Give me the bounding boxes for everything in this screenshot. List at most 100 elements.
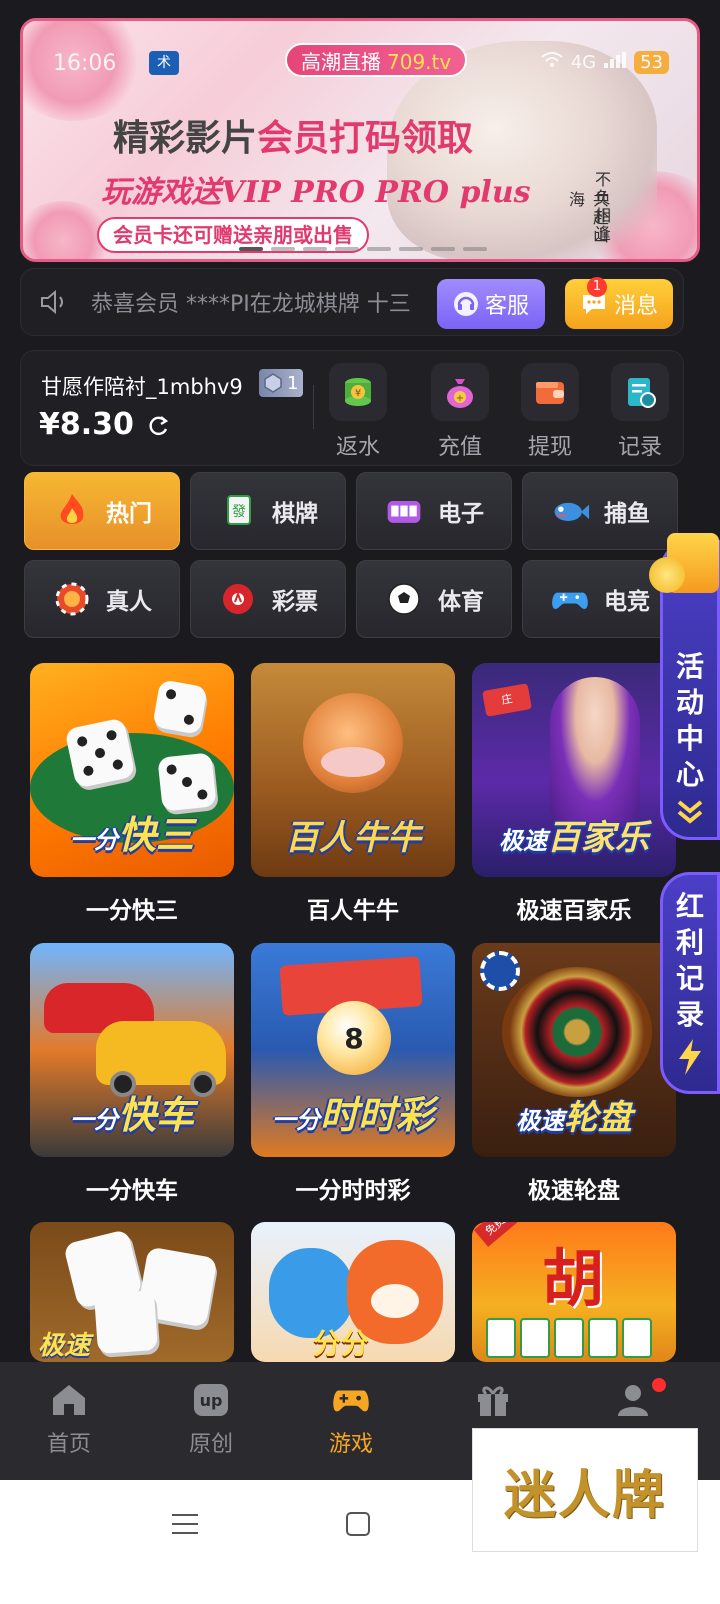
svg-text:發: 發 xyxy=(232,504,246,520)
carousel-dot[interactable] xyxy=(303,247,327,251)
nav-games[interactable]: 游戏 xyxy=(306,1380,396,1458)
customer-service-label: 客服 xyxy=(484,294,529,319)
carousel-indicator[interactable] xyxy=(239,247,487,251)
game-artwork: 极速 xyxy=(30,1222,234,1362)
messages-label: 消息 xyxy=(613,294,658,319)
game-artwork: 一分快三 xyxy=(30,663,234,877)
tab-slots[interactable]: 电子 xyxy=(356,472,512,550)
game-tile[interactable]: 极速轮盘 极速轮盘 xyxy=(472,943,676,1205)
game-tile[interactable]: 一分快三 一分快三 xyxy=(30,663,234,925)
promo-banner[interactable]: 16:06 术 4G 53 高潮直播 709.tv 精彩影片会员打码领取 玩游戏送… xyxy=(20,18,700,262)
game-artwork: 庄 极速百家乐 xyxy=(472,663,676,877)
carousel-dot[interactable] xyxy=(399,247,423,251)
tab-label: 棋牌 xyxy=(272,501,318,527)
tab-sports[interactable]: 体育 xyxy=(356,560,512,638)
tab-label: 真人 xyxy=(106,589,152,615)
dice-image xyxy=(93,1289,159,1355)
lightning-icon xyxy=(679,1039,701,1075)
game-art-title: 极速轮盘 xyxy=(516,1098,632,1138)
signal-icon xyxy=(604,52,627,73)
nav-label: 首页 xyxy=(46,1432,91,1457)
roulette-wheel-image xyxy=(502,967,652,1097)
tab-label: 彩票 xyxy=(272,589,318,615)
unread-badge: 1 xyxy=(587,277,607,297)
carousel-dot[interactable] xyxy=(463,247,487,251)
game-artwork: 分分 xyxy=(251,1222,455,1362)
game-art-title: 极速 xyxy=(38,1331,91,1361)
carousel-dot[interactable] xyxy=(239,247,263,251)
banker-tag: 庄 xyxy=(482,683,532,717)
dice-image xyxy=(64,717,136,789)
game-artwork: 免费旋转 胡 xyxy=(472,1222,676,1362)
game-name: 极速轮盘 xyxy=(528,1178,620,1204)
deposit-button[interactable]: + 充值 xyxy=(425,363,495,461)
game-tile[interactable]: 分分 xyxy=(251,1222,455,1362)
gift-icon xyxy=(473,1380,513,1420)
tab-live-casino[interactable]: 真人 xyxy=(24,560,180,638)
activity-center-label: 活动中心 xyxy=(675,650,704,791)
activity-center-button[interactable]: 活动中心 xyxy=(649,533,720,840)
messages-button[interactable]: 消息 1 xyxy=(565,277,673,329)
status-time: 16:06 xyxy=(53,51,117,76)
tab-chess-cards[interactable]: 發 棋牌 xyxy=(190,472,346,550)
headset-icon xyxy=(453,292,478,316)
recent-apps-icon[interactable] xyxy=(172,1514,198,1534)
tab-fishing[interactable]: 捕鱼 xyxy=(522,472,678,550)
withdraw-button[interactable]: 提现 xyxy=(515,363,585,461)
live-url: 709.tv xyxy=(387,50,452,74)
lottery-ball-icon xyxy=(218,579,258,619)
game-art-title: 一分快车 xyxy=(69,1093,194,1137)
tab-hot[interactable]: 热门 xyxy=(24,472,180,550)
game-name: 极速百家乐 xyxy=(516,898,632,924)
double-chevron-down-icon xyxy=(677,800,703,824)
dice-image xyxy=(152,679,208,735)
poker-chip-image xyxy=(480,951,520,991)
records-label: 记录 xyxy=(617,435,662,460)
bull-snout xyxy=(321,747,385,777)
banner-headline-b: 会员打码领取 xyxy=(257,117,474,159)
carousel-dot[interactable] xyxy=(271,247,295,251)
profile-icon xyxy=(613,1380,653,1420)
carousel-dot[interactable] xyxy=(367,247,391,251)
game-tile[interactable]: 极速 xyxy=(30,1222,234,1362)
vip-badge[interactable]: 1 xyxy=(259,369,303,397)
game-art-title: 一分时时彩 xyxy=(271,1093,434,1137)
live-label: 高潮直播 xyxy=(301,50,381,74)
nav-label: 原创 xyxy=(188,1432,233,1457)
records-button[interactable]: 记录 xyxy=(605,363,675,461)
coin-icon xyxy=(649,557,685,593)
nav-original[interactable]: up 原创 xyxy=(166,1380,256,1458)
nav-label: 游戏 xyxy=(328,1432,373,1457)
game-tile[interactable]: 8 一分时时彩 一分时时彩 xyxy=(251,943,455,1205)
tab-label: 体育 xyxy=(438,589,484,615)
game-name: 一分时时彩 xyxy=(295,1178,411,1204)
tab-lottery[interactable]: 彩票 xyxy=(190,560,346,638)
nav-rewards[interactable] xyxy=(448,1380,538,1426)
game-tile[interactable]: 庄 极速百家乐 极速百家乐 xyxy=(472,663,676,925)
speaker-icon xyxy=(39,286,71,318)
mahjong-tiles-image xyxy=(486,1318,652,1358)
refresh-balance-icon[interactable] xyxy=(145,413,171,446)
tab-label: 电竞 xyxy=(604,589,650,615)
game-tile[interactable]: 一分快车 一分快车 xyxy=(30,943,234,1205)
record-icon xyxy=(611,363,669,421)
system-home-icon[interactable] xyxy=(346,1512,370,1536)
app-notification-icon: 术 xyxy=(149,51,179,75)
nav-home[interactable]: 首页 xyxy=(24,1380,114,1458)
wallet-icon xyxy=(521,363,579,421)
carousel-dot[interactable] xyxy=(335,247,359,251)
rebate-button[interactable]: ¥ 返水 xyxy=(323,363,393,461)
svg-text:+: + xyxy=(456,393,464,404)
customer-service-button[interactable]: 客服 xyxy=(437,279,545,329)
lottery-ball-image: 8 xyxy=(317,1001,391,1075)
carousel-dot[interactable] xyxy=(431,247,455,251)
divider xyxy=(313,385,314,429)
bonus-record-label: 红利记录 xyxy=(675,890,704,1031)
game-artwork: 一分快车 xyxy=(30,943,234,1157)
game-tile[interactable]: 百人牛牛 百人牛牛 xyxy=(251,663,455,925)
game-tile[interactable]: 免费旋转 胡 xyxy=(472,1222,676,1362)
svg-text:¥: ¥ xyxy=(355,388,361,399)
app-screen: 16:06 术 4G 53 高潮直播 709.tv 精彩影片会员打码领取 玩游戏送… xyxy=(0,0,720,1604)
game-art-title: 极速百家乐 xyxy=(499,818,649,858)
bonus-record-button[interactable]: 红利记录 xyxy=(660,872,720,1094)
